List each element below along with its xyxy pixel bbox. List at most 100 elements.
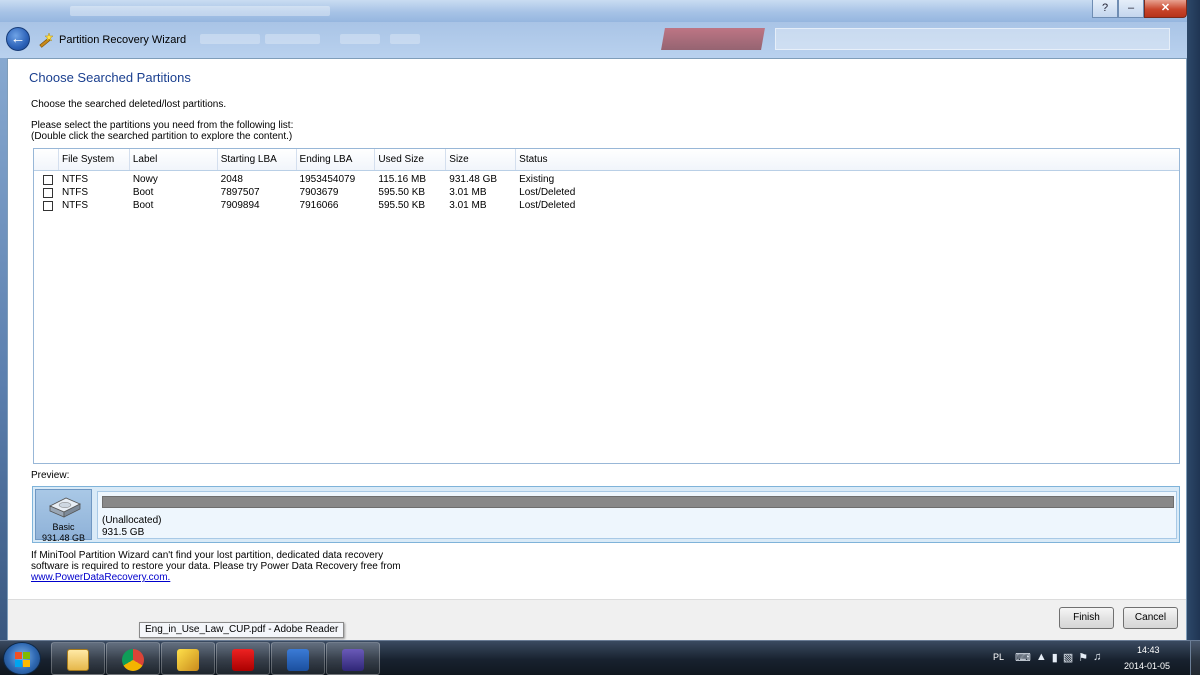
row-checkbox[interactable] [42,187,53,198]
column-header-file-system[interactable]: File System [59,149,130,170]
instruction-line: (Double click the searched partition to … [31,131,293,142]
cell-starting-lba: 7897507 [220,187,260,198]
cell-ending-lba: 7903679 [299,187,339,198]
info-text: If MiniTool Partition Wizard can't find … [31,550,401,583]
cell-label: Boot [132,200,154,211]
cell-starting-lba: 2048 [220,174,243,185]
row-checkbox-cell [34,186,59,199]
blurred-menu-text [200,34,260,44]
table-row[interactable]: NTFS Boot 7897507 7903679 595.50 KB 3.01… [34,186,1179,199]
folder-icon [67,649,89,671]
blurred-brand-logo [661,28,765,50]
column-header-status[interactable]: Status [516,149,1179,170]
cell-status: Lost/Deleted [519,187,576,198]
wizard-content: Choose Searched Partitions Choose the se… [7,58,1187,640]
close-button[interactable]: ✕ [1144,0,1187,18]
taskbar-explorer[interactable] [51,642,105,675]
cell-label: Boot [132,187,154,198]
blurred-menu-text [265,34,320,44]
cell-label: Nowy [132,174,158,185]
column-header-used-size[interactable]: Used Size [375,149,447,170]
cell-used-size: 115.16 MB [378,174,427,185]
partition-block[interactable]: (Unallocated) 931.5 GB [97,491,1177,539]
ship-icon [342,649,364,671]
page-title: Choose Searched Partitions [29,70,191,85]
wizard-wand-icon [39,32,53,48]
taskbar-adobe-reader[interactable] [216,642,270,675]
help-button[interactable]: ? [1092,0,1118,18]
info-line: software is required to restore your dat… [31,561,401,572]
windows-logo-icon [15,652,30,667]
finish-button[interactable]: Finish [1059,607,1114,629]
window-titlebar[interactable]: ? – ✕ [0,0,1187,22]
disk-size: 931.48 GB [41,533,86,543]
taskbar-ship-app[interactable] [326,642,380,675]
cell-size: 3.01 MB [449,200,487,211]
cell-status: Lost/Deleted [519,200,576,211]
column-header-size[interactable]: Size [446,149,517,170]
clock-time[interactable]: 14:43 [1137,645,1160,655]
row-checkbox-cell [34,173,59,186]
cell-file-system: NTFS [61,187,89,198]
row-checkbox[interactable] [42,200,53,211]
disk-card[interactable]: Basic 931.48 GB [35,489,92,543]
row-checkbox-cell [34,199,59,212]
chrome-icon [122,649,144,671]
taskbar-partition-wizard[interactable] [161,642,215,675]
column-header-starting-lba[interactable]: Starting LBA [218,149,297,170]
flag-icon[interactable]: ⚑ [1078,651,1088,664]
system-tray: PL ⌨ ▲ ▮ ▧ ⚑ ♫ 14:43 2014-01-05 [985,641,1200,675]
keyboard-icon[interactable]: ⌨ [1015,651,1031,664]
language-indicator[interactable]: PL [993,652,1004,662]
cell-size: 3.01 MB [449,187,487,198]
window-title: Partition Recovery Wizard [59,34,187,46]
back-arrow-icon[interactable]: ← [6,27,30,51]
adobe-reader-icon [232,649,254,671]
desktop-edge [1187,0,1200,640]
network-icon[interactable]: ▧ [1063,651,1073,664]
taskbar-chrome[interactable] [106,642,160,675]
cell-ending-lba: 1953454079 [299,174,356,185]
taskbar-tooltip: Eng_in_Use_Law_CUP.pdf - Adobe Reader [139,622,345,638]
wizard-window: ? – ✕ ← Partition Recovery Wizard Choose… [0,0,1187,640]
cell-starting-lba: 7909894 [220,200,260,211]
start-button[interactable] [3,642,41,675]
cell-status: Existing [519,174,555,185]
power-icon[interactable]: ▮ [1052,651,1058,664]
blurred-menu-text [340,34,380,44]
tray-icons: ⌨ ▲ ▮ ▧ ⚑ ♫ [1015,651,1101,664]
cell-used-size: 595.50 KB [378,187,426,198]
cell-file-system: NTFS [61,174,89,185]
volume-icon[interactable]: ♫ [1093,651,1101,664]
cell-file-system: NTFS [61,200,89,211]
cell-ending-lba: 7916066 [299,200,339,211]
table-row[interactable]: NTFS Nowy 2048 1953454079 115.16 MB 931.… [34,173,1179,186]
taskbar-word[interactable] [271,642,325,675]
blurred-menu-text [390,34,420,44]
row-checkbox[interactable] [42,174,53,185]
cell-used-size: 595.50 KB [378,200,426,211]
cancel-button[interactable]: Cancel [1123,607,1178,629]
table-row[interactable]: NTFS Boot 7909894 7916066 595.50 KB 3.01… [34,199,1179,212]
info-line: If MiniTool Partition Wizard can't find … [31,550,384,561]
blurred-title-text [70,6,330,16]
show-hidden-icons-icon[interactable]: ▲ [1036,651,1047,664]
minimize-button[interactable]: – [1118,0,1144,18]
blurred-address-field [775,28,1170,50]
hard-disk-icon [49,497,81,518]
partition-list[interactable]: File System Label Starting LBA Ending LB… [33,148,1180,464]
column-header-label[interactable]: Label [130,149,218,170]
word-icon [287,649,309,671]
disk-preview: Basic 931.48 GB (Unallocated) 931.5 GB [32,486,1180,543]
partition-name: (Unallocated) [102,515,162,526]
column-header-select[interactable] [34,149,59,170]
clock-date[interactable]: 2014-01-05 [1124,661,1170,671]
list-header: File System Label Starting LBA Ending LB… [34,149,1179,171]
show-desktop-button[interactable] [1190,641,1200,675]
preview-label: Preview: [31,470,70,481]
column-header-ending-lba[interactable]: Ending LBA [297,149,376,170]
page-instructions: Please select the partitions you need fr… [31,120,293,142]
partition-usage-bar [102,496,1174,508]
power-data-recovery-link[interactable]: www.PowerDataRecovery.com. [31,572,401,583]
partition-size: 931.5 GB [102,527,145,538]
